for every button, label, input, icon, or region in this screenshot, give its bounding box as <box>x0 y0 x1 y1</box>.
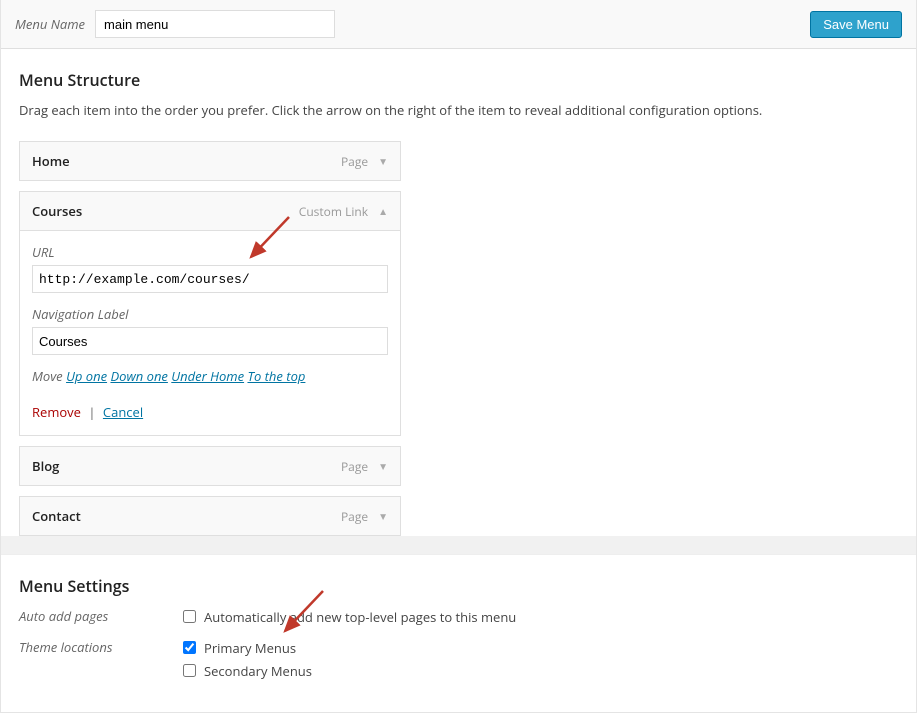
menu-item-type: Custom Link <box>299 203 368 220</box>
option-text: Primary Menus <box>204 639 296 657</box>
url-input[interactable] <box>32 265 388 293</box>
menu-item-title: Blog <box>32 457 341 475</box>
url-label: URL <box>32 243 388 261</box>
option-text: Automatically add new top-level pages to… <box>204 608 516 626</box>
settings-row-label: Auto add pages <box>19 607 179 630</box>
menu-structure-section: Menu Structure Drag each item into the o… <box>1 49 916 536</box>
move-up-link[interactable]: Up one <box>66 367 107 385</box>
menu-settings-section: Menu Settings Auto add pages Automatical… <box>1 554 916 712</box>
separator: | <box>88 403 95 421</box>
item-actions: Remove | Cancel <box>32 403 388 421</box>
move-down-link[interactable]: Down one <box>110 367 167 385</box>
move-top-link[interactable]: To the top <box>247 367 305 385</box>
menu-item-type: Page <box>341 458 368 475</box>
nav-label-input[interactable] <box>32 327 388 355</box>
menu-item-body: URL Navigation Label Move Up one Down on… <box>20 230 400 435</box>
menu-item-title: Home <box>32 152 341 170</box>
nav-label-label: Navigation Label <box>32 305 388 323</box>
menu-item-home[interactable]: Home Page ▼ <box>19 141 401 181</box>
menu-item-contact[interactable]: Contact Page ▼ <box>19 496 401 536</box>
menu-item-blog[interactable]: Blog Page ▼ <box>19 446 401 486</box>
auto-add-option[interactable]: Automatically add new top-level pages to… <box>179 607 516 626</box>
chevron-down-icon[interactable]: ▼ <box>378 154 388 168</box>
menu-structure-title: Menu Structure <box>19 69 898 91</box>
move-under-link[interactable]: Under Home <box>171 367 244 385</box>
settings-row-theme-locations: Theme locations Primary Menus Secondary … <box>19 638 898 684</box>
menu-item-title: Contact <box>32 507 341 525</box>
menu-item-title: Courses <box>32 202 299 220</box>
save-menu-button[interactable]: Save Menu <box>810 11 902 38</box>
menu-item-type: Page <box>341 153 368 170</box>
menu-item-type: Page <box>341 508 368 525</box>
cancel-link[interactable]: Cancel <box>103 403 143 421</box>
move-prefix: Move <box>32 367 63 385</box>
secondary-menus-option[interactable]: Secondary Menus <box>179 661 312 680</box>
settings-row-auto-add: Auto add pages Automatically add new top… <box>19 607 898 630</box>
primary-menus-checkbox[interactable] <box>183 641 196 654</box>
menu-header: Menu Name Save Menu <box>1 0 916 49</box>
menu-settings-title: Menu Settings <box>19 575 898 597</box>
menu-name-input[interactable] <box>95 10 335 38</box>
option-text: Secondary Menus <box>204 662 312 680</box>
secondary-menus-checkbox[interactable] <box>183 664 196 677</box>
chevron-down-icon[interactable]: ▼ <box>378 459 388 473</box>
chevron-up-icon[interactable]: ▲ <box>378 204 388 218</box>
settings-row-label: Theme locations <box>19 638 179 684</box>
chevron-down-icon[interactable]: ▼ <box>378 509 388 523</box>
menu-item-courses[interactable]: Courses Custom Link ▲ URL Navigation Lab… <box>19 191 401 436</box>
menu-name-label: Menu Name <box>15 15 85 33</box>
remove-link[interactable]: Remove <box>32 403 81 421</box>
move-line: Move Up one Down one Under Home To the t… <box>32 367 388 385</box>
auto-add-checkbox[interactable] <box>183 610 196 623</box>
menu-structure-desc: Drag each item into the order you prefer… <box>19 101 898 119</box>
